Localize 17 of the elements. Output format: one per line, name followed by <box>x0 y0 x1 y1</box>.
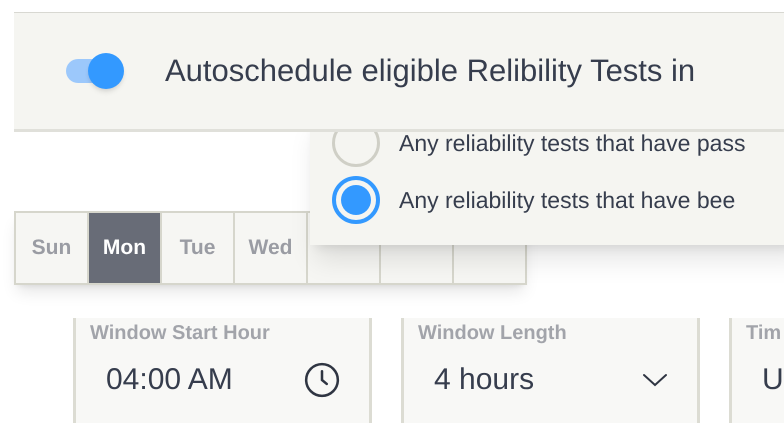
field-value: 4 hours <box>434 362 534 398</box>
input-field[interactable]: Window Length 4 hours <box>401 318 700 423</box>
input-field[interactable]: Tim U <box>729 318 784 423</box>
field-value: 04:00 AM <box>106 362 233 398</box>
clock-icon <box>303 360 341 398</box>
day-toggle[interactable]: Mon <box>89 213 160 283</box>
option-label: Any reliability tests that have bee <box>399 188 736 212</box>
field-label: Window Start Hour <box>90 321 270 346</box>
autoschedule-label: Autoschedule eligible Relibility Tests in <box>165 52 696 90</box>
field-label: Window Length <box>418 321 567 346</box>
option-label: Any reliability tests that have pass <box>399 132 746 154</box>
field-label: Tim <box>746 321 782 346</box>
chevron-down-icon <box>641 372 669 388</box>
field-value: U <box>762 362 784 398</box>
input-field[interactable]: Window Start Hour 04:00 AM <box>73 318 372 423</box>
toggle-switch[interactable] <box>64 53 124 89</box>
radio-button[interactable] <box>332 176 380 224</box>
